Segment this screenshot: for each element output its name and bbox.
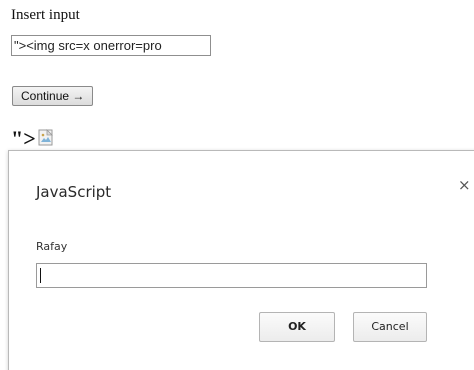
text-caret [40, 268, 41, 283]
broken-image-icon [38, 129, 53, 146]
prompt-input[interactable] [36, 263, 427, 288]
dialog-title: JavaScript [36, 183, 112, 201]
cancel-button[interactable]: Cancel [353, 312, 427, 342]
close-icon[interactable]: × [458, 176, 471, 194]
javascript-prompt-dialog: JavaScript × Rafay OK Cancel [8, 150, 474, 370]
ok-button[interactable]: OK [259, 312, 335, 342]
reflected-text: "> [11, 126, 36, 151]
prompt-message: Rafay [36, 240, 68, 253]
continue-button[interactable]: Continue → [12, 86, 94, 106]
form-heading: Insert input [11, 7, 80, 23]
payload-input[interactable] [11, 35, 211, 56]
reflected-output: "> [11, 122, 54, 152]
page: Insert input Continue → "> JavaScript × … [0, 0, 474, 370]
